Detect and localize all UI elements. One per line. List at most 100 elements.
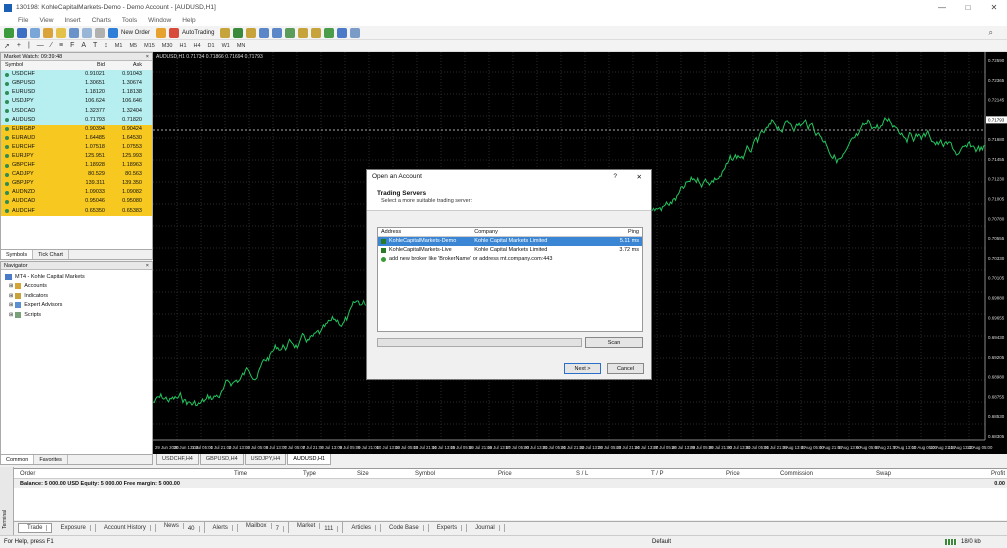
arrows-icon[interactable]: ↕ — [104, 42, 108, 49]
tab-common[interactable]: Common — [1, 455, 35, 464]
chart-window-icon[interactable] — [30, 27, 40, 38]
tf-mn[interactable]: MN — [237, 43, 246, 49]
col-symbol[interactable]: Symbol — [415, 471, 435, 477]
zoom-out-icon[interactable] — [272, 27, 283, 38]
chart-tab-audusd[interactable]: AUDUSD,H1 — [287, 454, 332, 465]
tree-item-indicators[interactable]: ⊞ Indicators — [5, 291, 152, 301]
line-chart-icon[interactable] — [246, 27, 257, 38]
tf-w1[interactable]: W1 — [222, 43, 230, 49]
indicators-icon[interactable] — [324, 27, 335, 38]
tab-tick-chart[interactable]: Tick Chart — [33, 250, 69, 259]
market-watch-row[interactable]: GBPJPY 139.311 139.350 — [1, 179, 152, 189]
menu-help[interactable]: Help — [182, 17, 195, 24]
col-address[interactable]: Address — [378, 228, 472, 236]
tab-experts[interactable]: Experts — [429, 523, 468, 532]
col-profit[interactable]: Profit — [991, 471, 1005, 477]
col-price-current[interactable]: Price — [726, 471, 740, 477]
text-icon[interactable]: A — [81, 42, 86, 49]
market-watch-row[interactable]: EURJPY 125.951 125.993 — [1, 151, 152, 162]
market-watch-row[interactable]: EURUSD 1.18120 1.18138 — [1, 88, 152, 98]
tab-news[interactable]: News 40 — [156, 522, 205, 533]
tab-symbols[interactable]: Symbols — [1, 250, 34, 259]
close-panel-icon[interactable]: × — [146, 262, 149, 270]
bar-chart-icon[interactable] — [220, 27, 231, 38]
trendline-icon[interactable]: ⁄ — [51, 42, 52, 49]
profiles-icon[interactable] — [17, 27, 27, 38]
channel-icon[interactable]: ≡ — [59, 42, 63, 49]
zoom-in-icon[interactable] — [259, 27, 270, 38]
server-row[interactable]: KohleCapitalMarkets-Live Kohle Capital M… — [378, 246, 642, 255]
menu-charts[interactable]: Charts — [92, 17, 111, 24]
data-window-icon[interactable] — [56, 27, 66, 38]
tab-exposure[interactable]: Exposure — [52, 523, 96, 532]
add-broker-row[interactable]: add new broker like 'BrokerName' or addr… — [378, 255, 642, 264]
tf-m15[interactable]: M15 — [144, 43, 155, 49]
tab-code-base[interactable]: Code Base — [381, 523, 429, 532]
autotrading-button[interactable]: AutoTrading — [182, 30, 214, 36]
chart-tab-usdchf[interactable]: USDCHF,H4 — [156, 454, 199, 465]
metaeditor-icon[interactable] — [156, 27, 167, 38]
tree-item-accounts[interactable]: ⊞ Accounts — [5, 282, 152, 292]
maximize-button[interactable]: □ — [955, 0, 981, 15]
market-watch-row[interactable]: GBPCHF 1.18928 1.18963 — [1, 161, 152, 171]
tree-item-scripts[interactable]: ⊞ Scripts — [5, 310, 152, 320]
close-panel-icon[interactable]: × — [146, 53, 149, 61]
new-chart-icon[interactable] — [4, 27, 14, 38]
tf-m5[interactable]: M5 — [129, 43, 137, 49]
navigator-icon[interactable] — [69, 27, 79, 38]
col-order[interactable]: Order — [20, 471, 35, 477]
col-swap[interactable]: Swap — [876, 471, 891, 477]
col-company[interactable]: Company — [472, 228, 601, 236]
col-sl[interactable]: S / L — [576, 471, 588, 477]
label-icon[interactable]: T — [93, 42, 97, 49]
cancel-button[interactable]: Cancel — [607, 363, 644, 374]
tf-h4[interactable]: H4 — [194, 43, 201, 49]
next-button[interactable]: Next > — [564, 363, 601, 374]
tab-alerts[interactable]: Alerts — [205, 523, 238, 532]
market-watch-icon[interactable] — [43, 27, 53, 38]
expand-icon[interactable]: ⊞ — [9, 302, 13, 308]
vertical-line-icon[interactable]: | — [28, 42, 30, 49]
market-watch-row[interactable]: AUDCAD 0.95046 0.95080 — [1, 197, 152, 207]
tab-favorites[interactable]: Favorites — [34, 455, 68, 464]
market-watch-row[interactable]: AUDNZD 1.09033 1.09082 — [1, 188, 152, 198]
periods-icon[interactable] — [337, 27, 348, 38]
chart-tab-gbpusd[interactable]: GBPUSD,H4 — [199, 454, 244, 465]
col-commission[interactable]: Commission — [780, 471, 813, 477]
col-tp[interactable]: T / P — [651, 471, 664, 477]
fibonacci-icon[interactable]: F — [70, 42, 74, 49]
market-watch-row[interactable]: AUDUSD 0.71793 0.71820 — [1, 115, 152, 125]
server-row[interactable]: KohleCapitalMarkets-Demo Kohle Capital M… — [378, 237, 642, 246]
market-watch-row[interactable]: EURCHF 1.07518 1.07553 — [1, 142, 152, 152]
chart-tab-usdjpy[interactable]: USDJPY,H4 — [244, 454, 287, 465]
minimize-button[interactable]: — — [929, 0, 955, 15]
col-type[interactable]: Type — [303, 471, 316, 477]
market-watch-row[interactable]: USDCAD 1.32377 1.32404 — [1, 106, 152, 116]
candlestick-icon[interactable] — [233, 27, 244, 38]
market-watch-row[interactable]: GBPUSD 1.30651 1.30674 — [1, 79, 152, 89]
tab-market[interactable]: Market 111 — [289, 522, 344, 533]
close-window-button[interactable]: ✕ — [981, 0, 1007, 15]
crosshair-icon[interactable]: + — [17, 42, 21, 49]
balance-row[interactable]: Balance: 5 000.00 USD Equity: 5 000.00 F… — [14, 479, 1007, 488]
server-list[interactable]: Address Company Ping KohleCapitalMarkets… — [377, 227, 643, 332]
expand-icon[interactable]: ⊞ — [9, 293, 13, 299]
tf-m1[interactable]: M1 — [115, 43, 123, 49]
tester-icon[interactable] — [95, 27, 105, 38]
horizontal-line-icon[interactable]: — — [37, 42, 44, 49]
tab-mailbox[interactable]: Mailbox 7 — [238, 522, 289, 533]
col-price[interactable]: Price — [498, 471, 512, 477]
tab-journal[interactable]: Journal — [467, 523, 505, 532]
menu-file[interactable]: File — [18, 17, 28, 24]
terminal-icon[interactable] — [82, 27, 92, 38]
market-watch-row[interactable]: CADJPY 80.529 80.563 — [1, 170, 152, 180]
market-watch-row[interactable]: EURAUD 1.64485 1.64530 — [1, 133, 152, 143]
dialog-close-button[interactable]: ✕ — [637, 173, 642, 181]
expand-icon[interactable]: ⊞ — [9, 312, 13, 318]
tab-articles[interactable]: Articles — [343, 523, 382, 532]
dialog-help-button[interactable]: ? — [613, 173, 617, 180]
cursor-icon[interactable]: ➚ — [4, 42, 10, 50]
menu-tools[interactable]: Tools — [122, 17, 137, 24]
market-watch-row[interactable]: USDJPY 106.624 106.646 — [1, 97, 152, 107]
auto-scroll-icon[interactable] — [311, 27, 322, 38]
